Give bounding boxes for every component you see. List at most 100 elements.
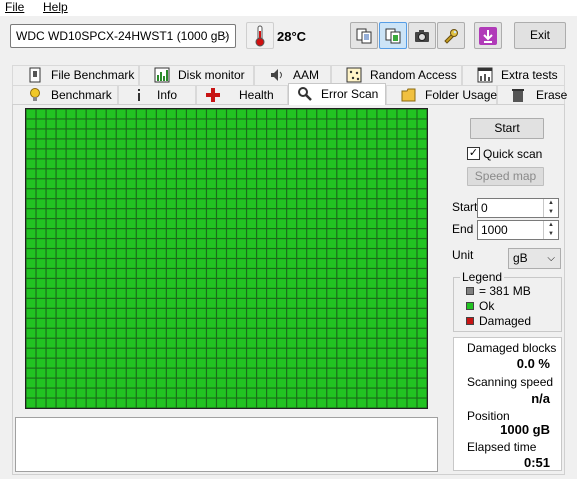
scan-block — [176, 269, 186, 278]
spin-down-icon[interactable]: ▼ — [544, 208, 558, 217]
copy-text-button[interactable] — [350, 22, 378, 49]
scan-block — [86, 219, 96, 229]
tab-info[interactable]: Info — [118, 85, 196, 105]
options-button[interactable] — [437, 22, 465, 49]
scan-block — [327, 169, 337, 179]
scan-block — [156, 368, 166, 378]
scan-block — [56, 109, 66, 119]
scan-block — [377, 368, 387, 378]
scan-block — [86, 159, 96, 169]
scan-block — [377, 159, 387, 169]
scan-block — [116, 328, 126, 338]
scan-block — [186, 348, 196, 358]
tab-disk-monitor[interactable]: Disk monitor — [139, 65, 254, 85]
scan-block — [387, 219, 397, 229]
scan-block — [397, 169, 407, 179]
scan-block — [217, 308, 226, 318]
start-field[interactable]: 0 ▲ ▼ — [477, 198, 559, 218]
speed-map-button[interactable]: Speed map — [467, 167, 544, 186]
scan-block — [116, 358, 126, 368]
scan-block — [56, 249, 66, 258]
tab-file-benchmark[interactable]: File Benchmark — [12, 65, 139, 85]
scan-block — [277, 288, 287, 298]
scan-block — [106, 378, 116, 388]
quick-scan-checkbox[interactable]: ✓ — [467, 147, 480, 160]
scan-block — [377, 338, 387, 348]
scan-block — [387, 398, 397, 408]
scan-block — [166, 219, 176, 229]
tab-benchmark[interactable]: Benchmark — [12, 85, 118, 105]
scan-block — [277, 229, 287, 238]
scan-block — [166, 358, 176, 368]
scan-block — [26, 209, 36, 219]
scan-block — [106, 229, 116, 238]
end-spinner[interactable]: ▲ ▼ — [543, 221, 558, 239]
tab-row-2: Benchmark Info Health Error Scan Folder … — [12, 83, 567, 105]
scan-block — [76, 189, 86, 199]
scan-block — [277, 368, 287, 378]
scan-block — [357, 308, 367, 318]
scan-block — [277, 139, 287, 149]
scan-block — [197, 348, 206, 358]
quick-scan-label: Quick scan — [483, 147, 543, 161]
end-field[interactable]: 1000 ▲ ▼ — [477, 220, 559, 240]
exit-button[interactable]: Exit — [514, 22, 566, 49]
scan-block — [397, 139, 407, 149]
scan-block — [247, 259, 256, 268]
tab-health[interactable]: Health — [196, 85, 288, 105]
scan-block — [247, 368, 256, 378]
scan-block — [96, 378, 106, 388]
scan-block — [66, 199, 76, 209]
tab-folder-usage[interactable]: Folder Usage — [386, 85, 497, 105]
unit-select[interactable]: gB ⌵ — [508, 248, 561, 269]
scan-block — [106, 328, 116, 338]
drive-select[interactable]: WDC WD10SPCX-24HWST1 (1000 gB) ⌵ — [10, 24, 236, 48]
scan-block — [407, 249, 417, 258]
spin-up-icon[interactable]: ▲ — [544, 221, 558, 230]
screenshot-button[interactable] — [408, 22, 436, 49]
scan-block — [176, 129, 186, 139]
tab-erase[interactable]: Erase — [497, 85, 567, 105]
scan-block — [357, 139, 367, 149]
tab-error-scan[interactable]: Error Scan — [288, 83, 386, 105]
start-spinner[interactable]: ▲ ▼ — [543, 199, 558, 217]
copy-image-button[interactable] — [379, 22, 407, 49]
scan-block — [26, 338, 36, 348]
scan-block — [46, 338, 56, 348]
scan-block — [176, 169, 186, 179]
scan-block — [176, 338, 186, 348]
scan-block — [387, 269, 397, 278]
temperature-button[interactable] — [246, 22, 274, 49]
scan-block — [86, 279, 96, 288]
scan-block — [367, 269, 377, 278]
scan-block — [417, 328, 427, 338]
scan-block — [297, 229, 307, 238]
scan-block — [407, 259, 417, 268]
menu-file[interactable]: File — [5, 0, 24, 15]
start-button[interactable]: Start — [470, 118, 544, 139]
scan-block — [287, 149, 297, 159]
scan-block — [357, 169, 367, 179]
tab-random-access[interactable]: Random Access — [331, 65, 462, 85]
scan-block — [156, 229, 166, 238]
scan-block — [367, 358, 377, 368]
scan-block — [247, 169, 256, 179]
scan-block — [197, 229, 206, 238]
tab-aam[interactable]: AAM — [254, 65, 331, 85]
spin-down-icon[interactable]: ▼ — [544, 230, 558, 239]
scan-block — [76, 269, 86, 278]
download-button[interactable] — [474, 22, 502, 49]
scan-block — [377, 109, 387, 119]
menu-help[interactable]: Help — [43, 0, 68, 15]
tab-extra-tests[interactable]: Extra tests — [462, 65, 565, 85]
scan-block — [26, 259, 36, 268]
scan-block — [126, 239, 136, 248]
scan-block — [397, 298, 407, 308]
scan-block — [287, 219, 297, 229]
scan-block — [277, 209, 287, 219]
scan-block — [407, 348, 417, 358]
scan-block — [56, 219, 66, 229]
spin-up-icon[interactable]: ▲ — [544, 199, 558, 208]
scan-block — [36, 328, 46, 338]
scan-block — [307, 338, 317, 348]
